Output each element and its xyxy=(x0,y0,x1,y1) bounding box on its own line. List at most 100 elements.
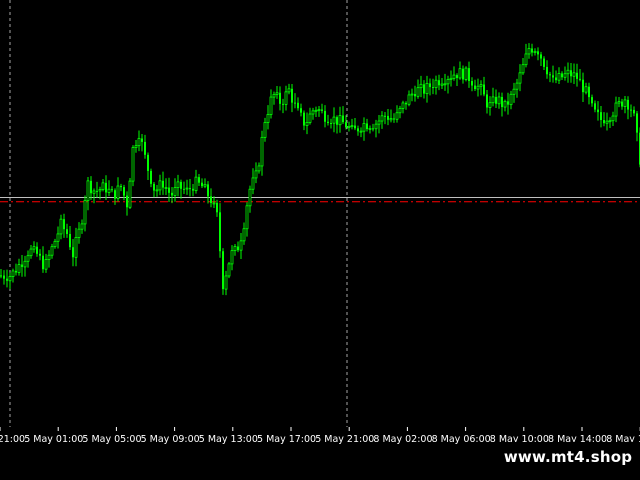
candle-body-bull xyxy=(266,114,270,123)
candle-body-bull xyxy=(608,120,612,123)
candle-body-bull xyxy=(440,83,444,86)
candle-body-bull xyxy=(563,73,567,78)
candle-body-bear xyxy=(483,84,485,95)
candle-body-bull xyxy=(230,250,234,265)
candle-body-bear xyxy=(474,85,476,90)
candle-body-bull xyxy=(416,87,420,97)
candle-body-bear xyxy=(189,188,191,190)
candle-body-bull xyxy=(245,205,249,230)
candle-body-bull xyxy=(464,67,468,80)
candle-body-bull xyxy=(128,180,132,208)
candle-body-bull xyxy=(164,187,168,189)
candle-body-bear xyxy=(144,141,146,155)
candle-body-bull xyxy=(32,246,36,250)
candle-body-bull xyxy=(317,109,321,111)
candle-body-bull xyxy=(449,77,453,80)
time-axis-label: 5 May 05:00 xyxy=(82,434,141,445)
candle-body-bull xyxy=(176,181,180,189)
price-chart[interactable]: 4 May 21:005 May 01:005 May 05:005 May 0… xyxy=(0,0,640,480)
candle-body-bear xyxy=(591,97,593,104)
candle-body-bull xyxy=(572,72,576,77)
candle-body-bull xyxy=(623,99,627,107)
candle-body-bear xyxy=(330,122,332,124)
candle-body-bear xyxy=(36,246,38,254)
candle-body-bear xyxy=(210,196,212,204)
candle-body-bear xyxy=(531,48,533,53)
candle-body-bull xyxy=(332,116,336,124)
candle-body-bear xyxy=(387,115,389,120)
candle-body-bull xyxy=(53,240,57,248)
candle-body-bull xyxy=(86,180,90,201)
candle-body-bear xyxy=(126,195,128,208)
candle-body-bull xyxy=(227,263,231,277)
candle-body-bear xyxy=(462,68,464,80)
candle-body-bear xyxy=(3,275,5,279)
candle-body-bull xyxy=(233,246,237,252)
candle-body-bull xyxy=(50,246,54,256)
candle-body-bull xyxy=(212,202,216,205)
candle-body-bull xyxy=(107,188,111,193)
candle-body-bull xyxy=(398,107,402,114)
candle-body-bull xyxy=(476,85,480,90)
time-axis-label: 8 May 06:00 xyxy=(432,434,491,445)
time-axis-label: 5 May 09:00 xyxy=(141,434,200,445)
candle-body-bull xyxy=(275,92,279,95)
candle-body-bull xyxy=(134,145,138,148)
candle-body-bull xyxy=(617,101,621,104)
candle-body-bear xyxy=(393,118,395,120)
candle-body-bear xyxy=(183,188,185,190)
candle-body-bear xyxy=(39,253,41,256)
candle-body-bull xyxy=(566,69,570,75)
candle-body-bear xyxy=(66,229,68,234)
candle-body-bull xyxy=(242,228,246,242)
candle-body-bear xyxy=(6,278,8,281)
candle-body-bear xyxy=(171,192,173,196)
candle-body-bear xyxy=(123,187,125,196)
candle-body-bear xyxy=(456,75,458,78)
candle-body-bear xyxy=(0,275,2,277)
time-axis-label: 5 May 01:00 xyxy=(24,434,83,445)
candle-body-bear xyxy=(366,123,368,130)
price-chart-window[interactable]: 4 May 21:005 May 01:005 May 05:005 May 0… xyxy=(0,0,640,480)
candle-body-bear xyxy=(105,182,107,193)
candle-body-bear xyxy=(96,190,98,192)
candle-body-bear xyxy=(576,72,578,79)
candle-body-bear xyxy=(501,96,503,108)
candle-body-bull xyxy=(11,270,15,277)
candle-body-bear xyxy=(423,84,425,94)
candle-body-bear xyxy=(300,108,302,113)
candle-body-bull xyxy=(308,113,312,123)
candle-body-bull xyxy=(116,185,120,200)
time-axis-label: 8 May 02:00 xyxy=(373,434,432,445)
candle-body-bear xyxy=(540,54,542,59)
candle-body-bull xyxy=(458,68,462,79)
candle-body-bull xyxy=(395,112,399,120)
candle-body-bull xyxy=(527,48,531,55)
candle-body-bull xyxy=(488,102,492,108)
candle-body-bull xyxy=(521,64,525,74)
candle-body-bear xyxy=(303,112,305,126)
candle-body-bear xyxy=(354,125,356,129)
candle-body-bull xyxy=(611,115,615,122)
candle-body-bear xyxy=(357,128,359,132)
candle-body-bear xyxy=(546,66,548,75)
time-axis-label: 5 May 17:00 xyxy=(257,434,316,445)
candle-body-bear xyxy=(405,102,407,105)
candle-body-bull xyxy=(158,180,162,191)
candle-body-bull xyxy=(131,147,135,182)
candle-body-bull xyxy=(338,115,342,126)
candle-body-bear xyxy=(21,264,23,267)
candle-body-bear xyxy=(63,219,65,230)
candle-body-bear xyxy=(579,78,581,80)
candle-body-bull xyxy=(425,82,429,95)
candle-body-bull xyxy=(368,127,372,130)
candle-body-bull xyxy=(605,120,609,124)
candle-body-bull xyxy=(224,275,228,290)
watermark-text: www.mt4.shop xyxy=(496,442,640,472)
candle-body-bull xyxy=(26,255,30,262)
candle-body-bull xyxy=(272,93,276,98)
candle-body-bear xyxy=(372,128,374,130)
candle-body-bear xyxy=(114,190,116,199)
candle-body-bull xyxy=(314,109,318,112)
candle-body-bear xyxy=(597,109,599,113)
